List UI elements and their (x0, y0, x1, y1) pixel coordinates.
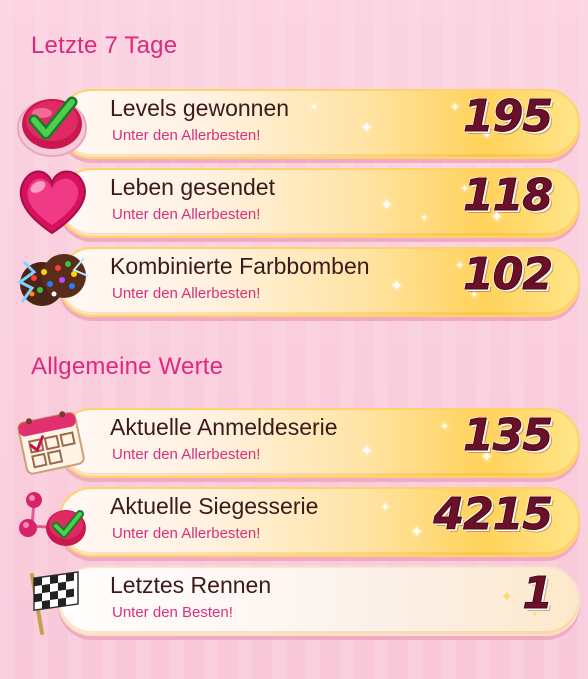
stat-row-last-race[interactable]: ✦ ✦ Letztes Rennen Unter den Besten! 1 (14, 561, 580, 637)
checkmark-candy-icon (17, 96, 87, 157)
color-bomb-icon (17, 254, 89, 306)
stat-row-win-streak[interactable]: ✦ ✦ ✦ Aktuelle Siegesserie Unter den All… (14, 482, 580, 558)
stat-label: Leben gesendet (110, 174, 275, 200)
stat-label: Kombinierte Farbbomben (110, 253, 370, 279)
stat-value: 1 (522, 568, 554, 620)
stat-row-color-bombs[interactable]: ✦ ✦ ✦ Kombinierte Farbbomben Unter den A… (14, 242, 580, 318)
stat-label: Aktuelle Anmeldeserie (110, 414, 338, 440)
heart-icon (19, 170, 86, 235)
stat-sublabel: Unter den Allerbesten! (112, 446, 261, 463)
stat-value: 118 (463, 170, 554, 222)
calendar-icon (17, 411, 85, 475)
section-title-last-7-days: Letzte 7 Tage (31, 32, 178, 59)
stat-sublabel: Unter den Allerbesten! (112, 285, 261, 302)
stat-value: 4215 (433, 489, 553, 541)
stat-sublabel: Unter den Allerbesten! (112, 525, 261, 542)
section-title-general-stats: Allgemeine Werte (31, 353, 224, 380)
stat-value: 135 (463, 410, 554, 462)
stat-row-lives-sent[interactable]: ✦ ✦ ✦ ✦ Leben gesendet Unter den Allerbe… (14, 163, 580, 239)
win-streak-icon (19, 492, 86, 546)
stat-value: 102 (463, 249, 554, 301)
stat-value: 195 (463, 91, 554, 143)
stat-row-login-streak[interactable]: ✦ ✦ ✦ Aktuelle Anmeldeserie Unter den Al… (14, 403, 580, 479)
stat-sublabel: Unter den Allerbesten! (112, 127, 261, 144)
stat-sublabel: Unter den Allerbesten! (112, 206, 261, 223)
stat-sublabel: Unter den Besten! (112, 604, 233, 621)
stat-label: Aktuelle Siegesserie (110, 493, 319, 519)
checkered-flag-icon (30, 571, 79, 635)
stat-row-levels-won[interactable]: ✦ ✦ ✦ ✦ Levels gewonnen Unter den Allerb… (14, 84, 580, 160)
stat-label: Letztes Rennen (110, 572, 272, 598)
stat-label: Levels gewonnen (110, 95, 290, 121)
